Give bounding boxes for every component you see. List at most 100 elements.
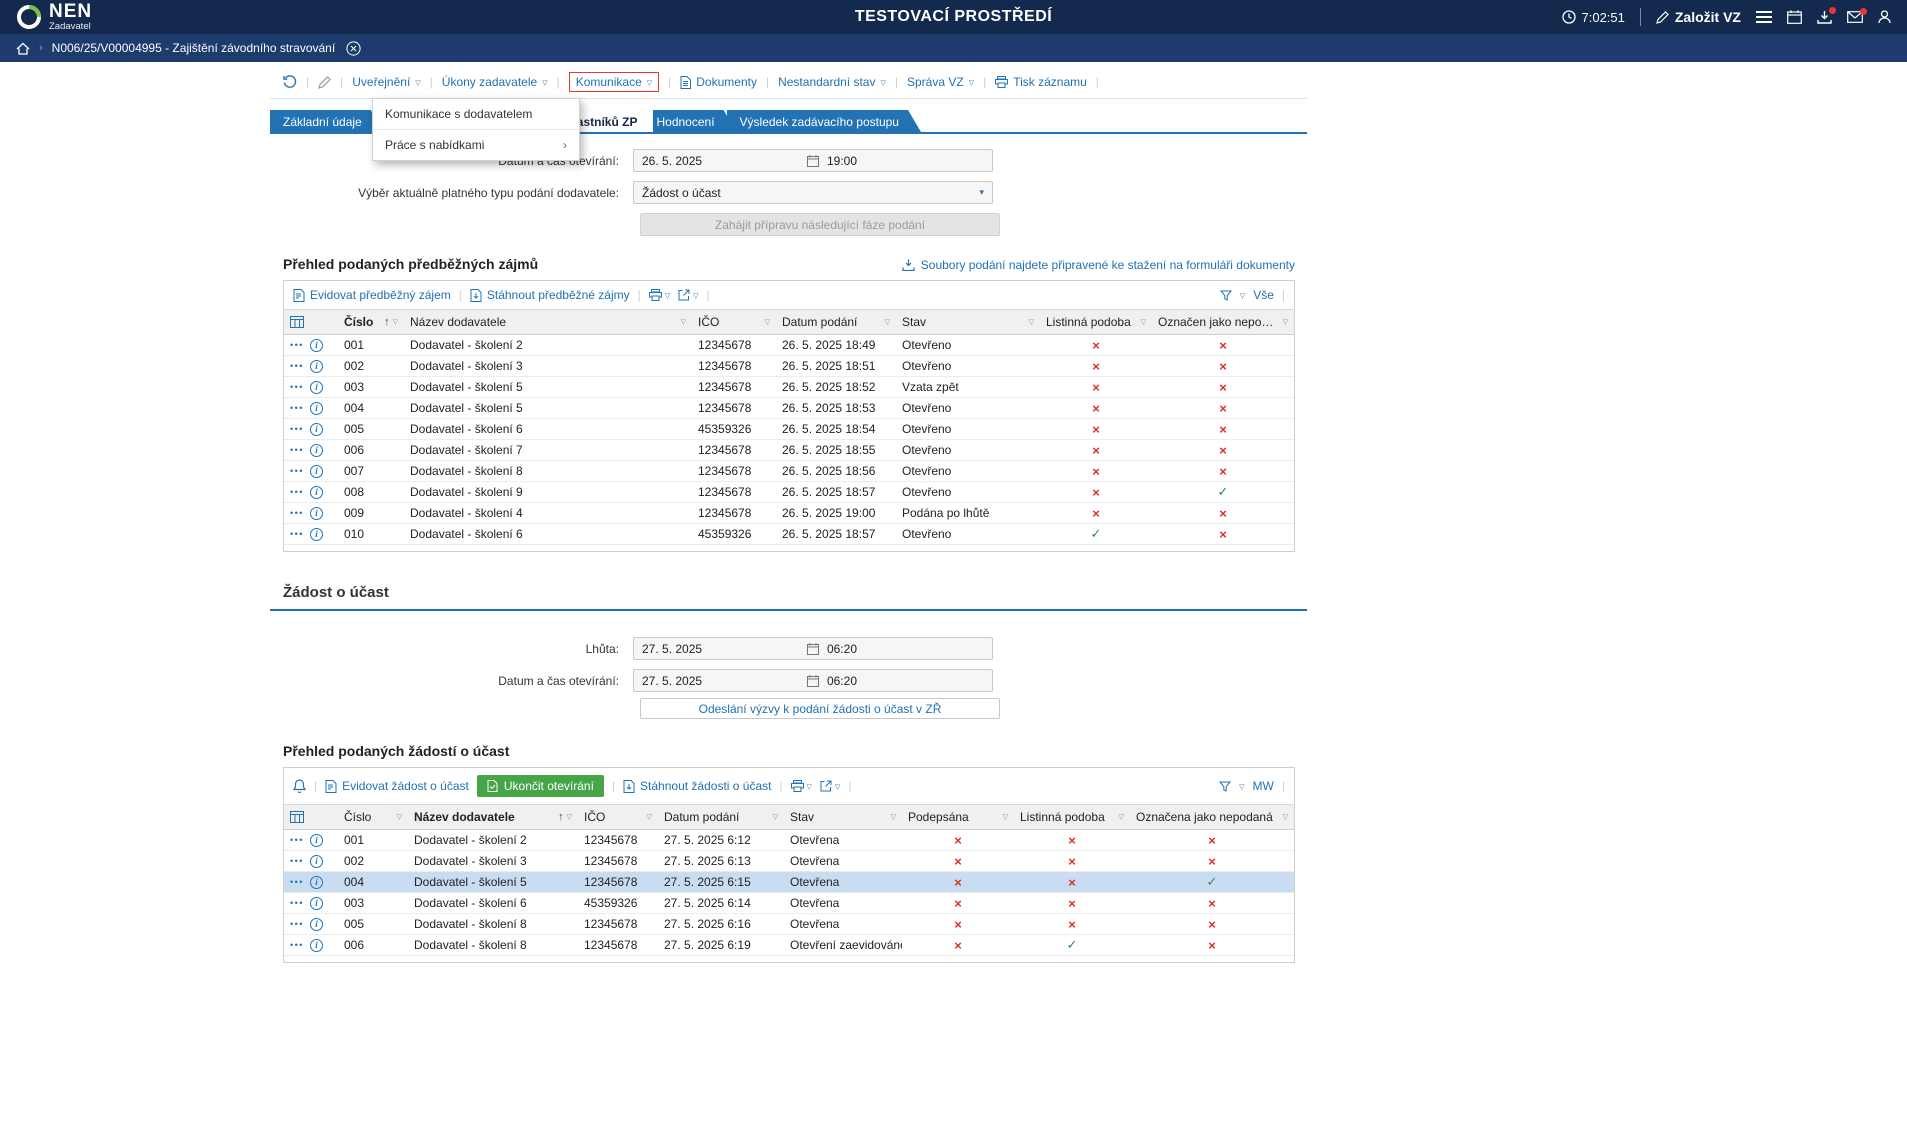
export-table-icon[interactable]: ▽ xyxy=(820,780,840,792)
table-row[interactable]: •••i006Dodavatel - školení 71234567826. … xyxy=(284,440,1294,461)
row-actions-icon[interactable]: ••• xyxy=(290,466,304,476)
column-filter-triangle-icon[interactable]: ▽ xyxy=(885,318,890,326)
deadline-date-value[interactable]: 27. 5. 2025 xyxy=(634,642,807,656)
opening-datetime-field[interactable]: 26. 5. 2025 19:00 xyxy=(633,149,993,172)
table-settings-icon[interactable] xyxy=(284,811,338,823)
evidovat-zadost-link[interactable]: Evidovat žádost o účast xyxy=(325,779,469,793)
column-header[interactable]: IČO▽ xyxy=(578,810,658,824)
row-actions-icon[interactable]: ••• xyxy=(290,919,304,929)
row-actions-icon[interactable]: ••• xyxy=(290,424,304,434)
home-icon[interactable] xyxy=(16,42,30,55)
row-info-icon[interactable]: i xyxy=(310,918,323,931)
row-info-icon[interactable]: i xyxy=(310,402,323,415)
stahnout-zadosti-link[interactable]: Stáhnout žádosti o účast xyxy=(623,779,771,793)
row-actions-icon[interactable]: ••• xyxy=(290,445,304,455)
opening-date-value[interactable]: 26. 5. 2025 xyxy=(634,154,807,168)
tab-zakladni-udaje[interactable]: Základní údaje xyxy=(270,110,384,132)
menu-item-prace-s-nabidkami[interactable]: Práce s nabídkami › xyxy=(373,129,579,160)
row-actions-icon[interactable]: ••• xyxy=(290,529,304,539)
edit-record-icon[interactable] xyxy=(318,76,331,89)
column-filter-triangle-icon[interactable]: ▽ xyxy=(393,318,398,326)
table-row[interactable]: •••i010Dodavatel - školení 64535932626. … xyxy=(284,524,1294,545)
row-actions-icon[interactable]: ••• xyxy=(290,898,304,908)
row-actions-icon[interactable]: ••• xyxy=(290,403,304,413)
filter-view-selector[interactable]: Vše xyxy=(1253,288,1274,302)
column-filter-triangle-icon[interactable]: ▽ xyxy=(1003,813,1008,821)
table-row[interactable]: •••i003Dodavatel - školení 64535932627. … xyxy=(284,893,1294,914)
row-actions-icon[interactable]: ••• xyxy=(290,877,304,887)
deadline-field[interactable]: 27. 5. 2025 06:20 xyxy=(633,637,993,660)
tab-hodnoceni[interactable]: Hodnocení xyxy=(643,110,736,132)
row-info-icon[interactable]: i xyxy=(310,876,323,889)
row-info-icon[interactable]: i xyxy=(310,444,323,457)
export-table-icon[interactable]: ▽ xyxy=(678,289,698,301)
hamburger-menu-icon[interactable] xyxy=(1756,11,1772,23)
row-actions-icon[interactable]: ••• xyxy=(290,340,304,350)
close-record-tab-icon[interactable] xyxy=(346,41,361,56)
filter-icon[interactable] xyxy=(1219,781,1231,792)
menu-item-komunikace-s-dodavatelem[interactable]: Komunikace s dodavatelem xyxy=(373,99,579,129)
nen-logo[interactable]: NEN Zadavatel xyxy=(16,2,92,32)
table-row[interactable]: •••i009Dodavatel - školení 41234567826. … xyxy=(284,503,1294,524)
column-header[interactable]: Označena jako nepodaná▽ xyxy=(1130,810,1294,824)
messages-icon[interactable] xyxy=(1847,11,1863,23)
column-filter-triangle-icon[interactable]: ▽ xyxy=(1119,813,1124,821)
column-header[interactable]: Označen jako nepodaný▽ xyxy=(1152,315,1294,329)
row-actions-icon[interactable]: ••• xyxy=(290,361,304,371)
zadost-opening-field[interactable]: 27. 5. 2025 06:20 xyxy=(633,669,993,692)
menu-dokumenty[interactable]: Dokumenty xyxy=(680,75,757,89)
deadline-time-value[interactable]: 06:20 xyxy=(819,642,992,656)
start-next-phase-button[interactable]: Zahájit přípravu následující fáze podání xyxy=(640,213,1000,236)
row-actions-icon[interactable]: ••• xyxy=(290,382,304,392)
table-row[interactable]: •••i001Dodavatel - školení 21234567826. … xyxy=(284,335,1294,356)
menu-komunikace[interactable]: Komunikace▽ xyxy=(569,72,659,92)
menu-uverejneni[interactable]: Uveřejnění▽ xyxy=(352,75,420,89)
column-filter-triangle-icon[interactable]: ▽ xyxy=(891,813,896,821)
table-row[interactable]: •••i007Dodavatel - školení 81234567826. … xyxy=(284,461,1294,482)
table-settings-icon[interactable] xyxy=(284,316,338,328)
table-row[interactable]: •••i006Dodavatel - školení 81234567827. … xyxy=(284,935,1294,956)
column-filter-triangle-icon[interactable]: ▽ xyxy=(765,318,770,326)
watchdog-bell-icon[interactable] xyxy=(293,779,306,793)
column-header[interactable]: Název dodavatele↑▽ xyxy=(408,810,578,824)
column-filter-triangle-icon[interactable]: ▽ xyxy=(1283,318,1288,326)
downloads-icon[interactable] xyxy=(1817,10,1832,24)
breadcrumb-record-tab[interactable]: N006/25/V00004995 - Zajištění závodního … xyxy=(52,41,336,55)
table-row[interactable]: •••i003Dodavatel - školení 51234567826. … xyxy=(284,377,1294,398)
column-header[interactable]: Listinná podoba▽ xyxy=(1040,315,1152,329)
row-actions-icon[interactable]: ••• xyxy=(290,940,304,950)
column-filter-triangle-icon[interactable]: ▽ xyxy=(647,813,652,821)
row-actions-icon[interactable]: ••• xyxy=(290,856,304,866)
zadost-opening-time-value[interactable]: 06:20 xyxy=(819,674,992,688)
row-info-icon[interactable]: i xyxy=(310,939,323,952)
calendar-icon[interactable] xyxy=(1787,10,1802,24)
column-header[interactable]: Listinná podoba▽ xyxy=(1014,810,1130,824)
column-header[interactable]: Datum podání▽ xyxy=(776,315,896,329)
table-row[interactable]: •••i001Dodavatel - školení 21234567827. … xyxy=(284,830,1294,851)
column-header[interactable]: Číslo▽ xyxy=(338,810,408,824)
column-header[interactable]: Podepsána▽ xyxy=(902,810,1014,824)
row-info-icon[interactable]: i xyxy=(310,528,323,541)
column-filter-triangle-icon[interactable]: ▽ xyxy=(681,318,686,326)
row-info-icon[interactable]: i xyxy=(310,855,323,868)
column-filter-triangle-icon[interactable]: ▽ xyxy=(567,813,572,821)
row-info-icon[interactable]: i xyxy=(310,360,323,373)
row-info-icon[interactable]: i xyxy=(310,423,323,436)
menu-nestandardni-stav[interactable]: Nestandardní stav▽ xyxy=(778,75,886,89)
row-actions-icon[interactable]: ••• xyxy=(290,508,304,518)
filter-icon[interactable] xyxy=(1220,290,1232,301)
submission-type-select[interactable]: Žádost o účast ▾ xyxy=(633,181,993,204)
print-table-icon[interactable]: ▽ xyxy=(649,289,670,301)
menu-ukony-zadavatele[interactable]: Úkony zadavatele▽ xyxy=(442,75,548,89)
column-header[interactable]: Stav▽ xyxy=(896,315,1040,329)
table-row[interactable]: •••i005Dodavatel - školení 81234567827. … xyxy=(284,914,1294,935)
column-filter-triangle-icon[interactable]: ▽ xyxy=(773,813,778,821)
table-row[interactable]: •••i004Dodavatel - školení 51234567826. … xyxy=(284,398,1294,419)
row-info-icon[interactable]: i xyxy=(310,897,323,910)
opening-time-value[interactable]: 19:00 xyxy=(819,154,992,168)
row-actions-icon[interactable]: ••• xyxy=(290,487,304,497)
menu-tisk-zaznamu[interactable]: Tisk záznamu xyxy=(995,75,1087,89)
row-info-icon[interactable]: i xyxy=(310,465,323,478)
ukoncit-otevirani-button[interactable]: Ukončit otevírání xyxy=(477,775,604,797)
column-header[interactable]: Datum podání▽ xyxy=(658,810,784,824)
